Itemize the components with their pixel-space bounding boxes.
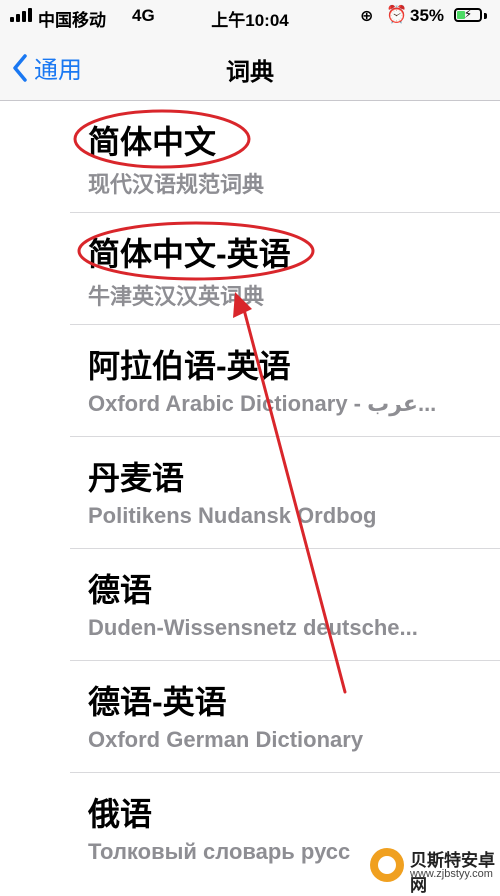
dictionary-row-danish[interactable]: 丹麦语 Politikens Nudansk Ordbog: [70, 437, 500, 549]
dictionary-title: 丹麦语: [88, 460, 185, 496]
dictionary-row-simplified-chinese-english[interactable]: 简体中文-英语 牛津英汉汉英词典: [70, 213, 500, 325]
battery-cap: [484, 13, 487, 19]
dictionary-title: 阿拉伯语-英语: [88, 348, 291, 384]
watermark-logo-icon: [370, 848, 404, 882]
dictionary-title: 俄语: [88, 796, 153, 832]
battery-icon: ⚡: [454, 7, 482, 22]
dictionary-title: 德语-英语: [88, 684, 227, 720]
status-bar: 中国移动 4G 上午10:04 ⊕ ⏰ 35% ⚡: [0, 0, 500, 34]
dictionary-title: 简体中文: [88, 124, 217, 160]
battery-percent: 35%: [410, 6, 445, 25]
dictionary-list: 简体中文 现代汉语规范词典 简体中文-英语 牛津英汉汉英词典 阿拉伯语-英语 O…: [0, 101, 500, 885]
page-title: 词典: [226, 59, 274, 86]
dictionary-title: 德语: [88, 572, 153, 608]
dictionary-row-simplified-chinese[interactable]: 简体中文 现代汉语规范词典: [70, 101, 500, 213]
alarm-icon: ⏰: [386, 5, 408, 24]
dictionary-subtitle: Oxford German Dictionary: [88, 727, 364, 752]
dictionary-subtitle: 现代汉语规范词典: [88, 172, 265, 197]
watermark-url: www.zjbstyy.com: [410, 868, 493, 880]
navigation-bar: 通用 词典: [0, 34, 500, 101]
dictionary-row-german-english[interactable]: 德语-英语 Oxford German Dictionary: [70, 661, 500, 773]
dictionary-subtitle: Oxford Arabic Dictionary - عرب...: [88, 391, 437, 416]
dictionary-subtitle: Duden-Wissensnetz deutsche...: [88, 615, 418, 640]
dictionary-subtitle: 牛津英汉汉英词典: [88, 284, 265, 309]
rotation-lock-icon: ⊕: [360, 8, 374, 25]
dictionary-subtitle: Politikens Nudansk Ordbog: [88, 503, 377, 528]
dictionary-row-german[interactable]: 德语 Duden-Wissensnetz deutsche...: [70, 549, 500, 661]
dictionary-title: 简体中文-英语: [88, 236, 291, 272]
dictionary-row-arabic-english[interactable]: 阿拉伯语-英语 Oxford Arabic Dictionary - عرب..…: [70, 325, 500, 437]
watermark: 贝斯特安卓网 www.zjbstyy.com: [370, 842, 500, 895]
charging-bolt-icon: ⚡: [463, 7, 473, 21]
